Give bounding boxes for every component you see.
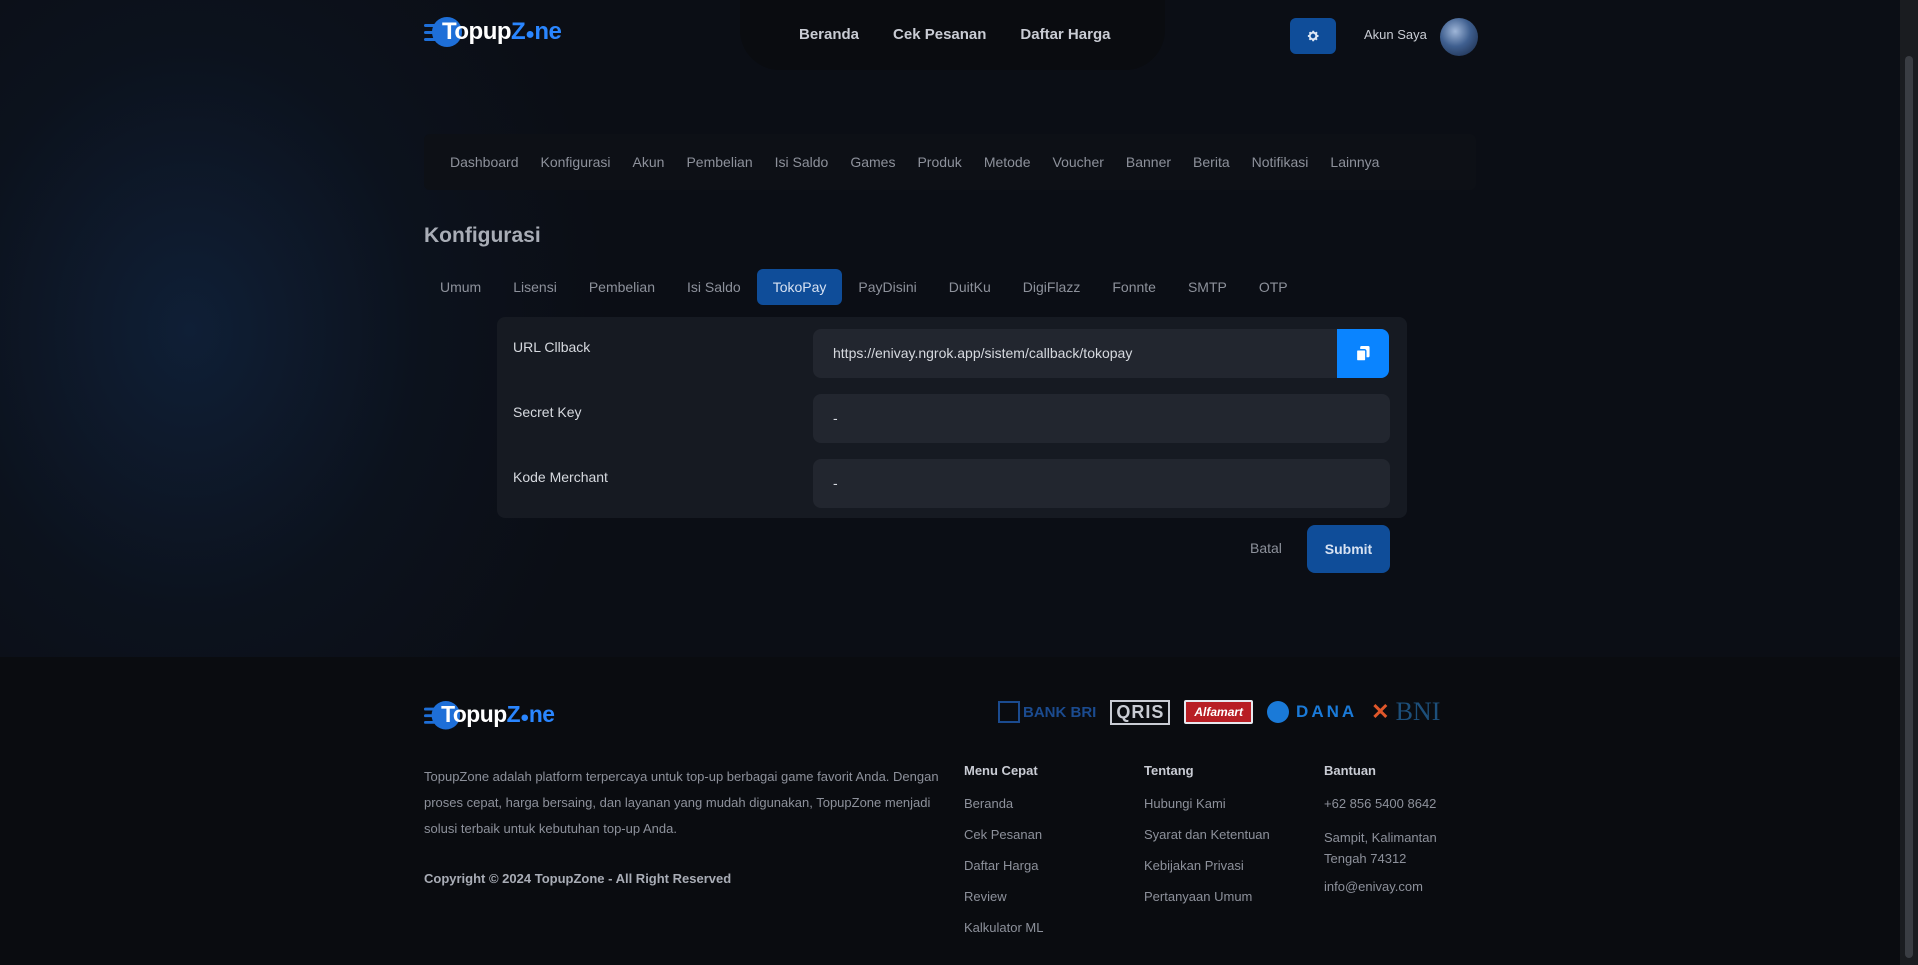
footer-link-daftar-harga[interactable]: Daftar Harga [964,858,1043,889]
admin-menu-games[interactable]: Games [850,154,895,170]
footer-menu-cepat: Menu Cepat Beranda Cek Pesanan Daftar Ha… [964,763,1043,951]
footer-link-faq[interactable]: Pertanyaan Umum [1144,889,1270,920]
footer [0,657,1900,965]
submit-button[interactable]: Submit [1307,525,1390,573]
admin-menu-pembelian[interactable]: Pembelian [686,154,752,170]
logo-wordmark: TopupZ●ne [441,701,555,728]
tab-umum[interactable]: Umum [424,269,497,305]
footer-link-kebijakan-privasi[interactable]: Kebijakan Privasi [1144,858,1270,889]
bni-logo: ✕ BNI [1371,697,1441,726]
admin-menu-produk[interactable]: Produk [917,154,961,170]
payment-methods: BANK BRI QRIS Alfamart DANA ✕ BNI [998,697,1440,727]
footer-email[interactable]: info@enivay.com [1324,879,1464,910]
admin-menu-isi-saldo[interactable]: Isi Saldo [775,154,829,170]
admin-menu: Dashboard Konfigurasi Akun Pembelian Isi… [424,134,1476,190]
topnav-beranda[interactable]: Beranda [799,26,859,43]
avatar[interactable] [1440,18,1478,56]
footer-link-beranda[interactable]: Beranda [964,796,1043,827]
footer-link-review[interactable]: Review [964,889,1043,920]
admin-menu-metode[interactable]: Metode [984,154,1031,170]
tab-smtp[interactable]: SMTP [1172,269,1243,305]
alfamart-logo: Alfamart [1184,700,1254,724]
footer-link-hubungi-kami[interactable]: Hubungi Kami [1144,796,1270,827]
footer-bantuan: Bantuan +62 856 5400 8642 Sampit, Kalima… [1324,763,1464,910]
config-tabs: Umum Lisensi Pembelian Isi Saldo TokoPay… [424,269,1304,305]
footer-logo[interactable]: TopupZ●ne [424,701,555,730]
account-menu-label[interactable]: Akun Saya [1364,27,1427,42]
admin-menu-notifikasi[interactable]: Notifikasi [1252,154,1309,170]
footer-address: Sampit, Kalimantan Tengah 74312 [1324,830,1437,866]
top-nav: Beranda Cek Pesanan Daftar Harga [799,26,1110,43]
bank-bri-logo: BANK BRI [998,701,1096,723]
admin-menu-banner[interactable]: Banner [1126,154,1171,170]
dana-logo: DANA [1267,701,1357,723]
merchant-code-field[interactable]: - [813,459,1390,508]
settings-button[interactable] [1290,18,1336,54]
tab-otp[interactable]: OTP [1243,269,1304,305]
tab-duitku[interactable]: DuitKu [933,269,1007,305]
footer-column-title: Menu Cepat [964,763,1038,778]
tab-isi-saldo[interactable]: Isi Saldo [671,269,757,305]
tab-pembelian[interactable]: Pembelian [573,269,671,305]
admin-menu-akun[interactable]: Akun [633,154,665,170]
page-scrollbar[interactable] [1900,0,1918,965]
tab-lisensi[interactable]: Lisensi [497,269,573,305]
admin-menu-berita[interactable]: Berita [1193,154,1230,170]
logo-wordmark: TopupZ●ne [442,18,562,45]
qris-logo: QRIS [1110,699,1171,725]
tab-paydisini[interactable]: PayDisini [842,269,932,305]
cancel-button[interactable]: Batal [1250,540,1282,556]
footer-link-syarat[interactable]: Syarat dan Ketentuan [1144,827,1270,858]
site-logo[interactable]: TopupZ●ne [424,17,562,47]
admin-menu-lainnya[interactable]: Lainnya [1330,154,1379,170]
page-title: Konfigurasi [424,224,541,247]
gear-icon [1307,30,1319,42]
footer-link-kalkulator-ml[interactable]: Kalkulator ML [964,920,1043,951]
secret-key-field[interactable]: - [813,394,1390,443]
footer-phone[interactable]: +62 856 5400 8642 [1324,796,1464,827]
admin-menu-konfigurasi[interactable]: Konfigurasi [541,154,611,170]
tab-fonnte[interactable]: Fonnte [1096,269,1172,305]
tab-tokopay[interactable]: TokoPay [756,269,843,305]
copyright-text: Copyright © 2024 TopupZone - All Right R… [424,871,732,886]
footer-column-title: Tentang [1144,763,1194,778]
copy-callback-url-button[interactable] [1337,329,1389,378]
footer-column-title: Bantuan [1324,763,1376,778]
topnav-daftar-harga[interactable]: Daftar Harga [1020,26,1110,43]
footer-tentang: Tentang Hubungi Kami Syarat dan Ketentua… [1144,763,1270,920]
copy-icon [1356,346,1370,361]
callback-url-label: URL Cllback [513,339,591,355]
tab-digiflazz[interactable]: DigiFlazz [1007,269,1097,305]
tokopay-settings-card: URL Cllback https://enivay.ngrok.app/sis… [497,317,1407,518]
merchant-code-label: Kode Merchant [513,469,608,485]
topnav-cek-pesanan[interactable]: Cek Pesanan [893,26,986,43]
secret-key-label: Secret Key [513,404,582,420]
admin-menu-dashboard[interactable]: Dashboard [450,154,519,170]
callback-url-field[interactable]: https://enivay.ngrok.app/sistem/callback… [813,329,1343,378]
admin-menu-voucher[interactable]: Voucher [1053,154,1104,170]
footer-link-cek-pesanan[interactable]: Cek Pesanan [964,827,1043,858]
scrollbar-thumb[interactable] [1905,56,1913,958]
footer-about-text: TopupZone adalah platform terpercaya unt… [424,769,939,836]
